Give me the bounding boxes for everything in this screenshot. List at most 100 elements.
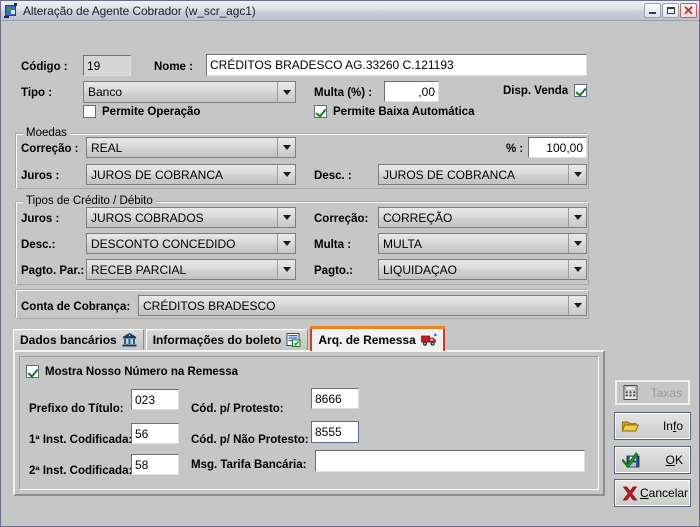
chevron-down-icon[interactable] (568, 234, 586, 253)
moedas-juros-value: JUROS DE COBRANCA (91, 167, 224, 182)
info-button[interactable]: Info (614, 412, 691, 440)
tipos-juros-combo[interactable]: JUROS COBRADOS (86, 207, 296, 228)
checkbox-box (574, 84, 588, 97)
tipo-combo[interactable]: Banco (83, 81, 296, 103)
cod-protesto-input[interactable]: 8666 (311, 388, 359, 409)
tipos-group-label: Tipos de Crédito / Débito (23, 195, 156, 207)
msg-tarifa-label: Msg. Tarifa Bancária: (191, 459, 307, 471)
tipos-desc-value: DESCONTO CONCEDIDO (91, 236, 236, 251)
inst1-label: 1ª Inst. Codificada: (29, 434, 133, 446)
minimize-icon (645, 4, 660, 17)
chevron-down-icon[interactable] (277, 260, 295, 279)
chevron-down-icon[interactable] (277, 138, 295, 157)
chevron-down-icon[interactable] (277, 165, 295, 184)
info-button-label: Info (662, 419, 683, 433)
conta-cobranca-value: CRÉDITOS BRADESCO (143, 298, 276, 313)
cod-nao-protesto-input[interactable]: 8555 (311, 421, 359, 443)
moedas-correcao-label: Correção : (21, 143, 79, 155)
truck-icon (420, 333, 437, 347)
tipos-pagto-par-label: Pagto. Par.: (21, 265, 85, 277)
ok-button[interactable]: OK (614, 446, 691, 474)
window-controls: ✕ (644, 3, 697, 18)
msg-tarifa-input[interactable] (315, 450, 585, 472)
disp-venda-checkbox[interactable]: Disp. Venda (503, 84, 588, 97)
tipo-label: Tipo : (21, 87, 53, 99)
mostra-nosso-numero-label: Mostra Nosso Número na Remessa (45, 365, 238, 378)
moedas-juros-label: Juros : (21, 170, 60, 182)
inst1-input[interactable]: 56 (131, 423, 179, 444)
codigo-input[interactable]: 19 (83, 55, 131, 76)
tab-dados-bancarios-label: Dados bancários (20, 333, 117, 347)
moedas-percent-label: % : (506, 143, 524, 155)
bank-icon (122, 333, 137, 347)
moedas-percent-input[interactable]: 100,00 (528, 137, 587, 158)
prefixo-titulo-label: Prefixo do Título: (29, 403, 124, 415)
cod-protesto-label: Cód. p/ Protesto: (191, 403, 284, 415)
maximize-button[interactable] (662, 3, 679, 18)
moedas-desc-value: JUROS DE COBRANCA (383, 167, 516, 182)
chevron-down-icon[interactable] (568, 260, 586, 279)
tipos-correcao-label: Correção: (314, 213, 369, 225)
save-check-icon (622, 452, 641, 468)
chevron-down-icon[interactable] (568, 296, 586, 315)
chevron-down-icon[interactable] (568, 208, 586, 227)
mostra-nosso-numero-checkbox[interactable]: Mostra Nosso Número na Remessa (26, 365, 238, 378)
tab-arq-remessa-label: Arq. de Remessa (318, 332, 416, 347)
permite-operacao-checkbox[interactable]: Permite Operação (83, 105, 200, 118)
cancelar-button[interactable]: Cancelar (614, 479, 691, 507)
cod-nao-protesto-label: Cód. p/ Não Protesto: (191, 434, 309, 446)
chevron-down-icon[interactable] (568, 165, 586, 184)
tab-dados-bancarios[interactable]: Dados bancários (13, 329, 144, 351)
maximize-icon (663, 4, 678, 17)
title-bar: Alteração de Agente Cobrador (w_scr_agc1… (1, 1, 699, 21)
taxas-button: Taxas (615, 380, 690, 405)
multa-pct-label: Multa (%) : (314, 87, 373, 99)
moedas-correcao-combo[interactable]: REAL (86, 137, 296, 158)
inst2-input[interactable]: 58 (131, 454, 179, 475)
moedas-desc-combo[interactable]: JUROS DE COBRANCA (378, 164, 587, 185)
tipos-multa-label: Multa : (314, 239, 352, 251)
chevron-down-icon[interactable] (277, 208, 295, 227)
app-icon (4, 3, 19, 18)
minimize-button[interactable] (644, 3, 661, 18)
tipos-juros-value: JUROS COBRADOS (91, 210, 204, 225)
ok-button-label: OK (665, 453, 683, 467)
conta-cobranca-label: Conta de Cobrança: (21, 301, 131, 313)
folder-icon (622, 419, 639, 433)
conta-cobranca-combo[interactable]: CRÉDITOS BRADESCO (138, 295, 587, 316)
moedas-juros-combo[interactable]: JUROS DE COBRANCA (86, 164, 296, 185)
checkbox-box (26, 365, 39, 378)
document-list-icon (286, 333, 301, 347)
nome-input[interactable]: CRÉDITOS BRADESCO AG.33260 C.121193 (206, 54, 587, 76)
tipos-pagto-label: Pagto.: (314, 265, 353, 277)
close-button[interactable]: ✕ (680, 3, 697, 18)
checkbox-box (314, 105, 327, 118)
tab-arq-remessa[interactable]: Arq. de Remessa (310, 326, 446, 351)
tab-informacoes-boleto[interactable]: Informações do boleto (145, 329, 309, 351)
moedas-group-label: Moedas (23, 127, 70, 139)
inst2-label: 2ª Inst. Codificada: (29, 465, 133, 477)
moedas-correcao-value: REAL (91, 140, 123, 155)
disp-venda-label: Disp. Venda (503, 84, 569, 97)
tab-strip: Dados bancários Informações do boleto Ar… (13, 326, 447, 351)
tipo-combo-value: Banco (88, 85, 123, 99)
red-x-icon (622, 486, 638, 501)
tipos-pagto-value: LIQUIDAÇAO (383, 262, 458, 277)
nome-label: Nome : (154, 61, 193, 73)
tipos-pagto-par-combo[interactable]: RECEB PARCIAL (86, 259, 296, 280)
multa-pct-input[interactable]: ,00 (384, 81, 439, 102)
tipos-correcao-combo[interactable]: CORREÇÃO (378, 207, 587, 228)
chevron-down-icon[interactable] (277, 82, 295, 102)
dialog-window: Alteração de Agente Cobrador (w_scr_agc1… (0, 0, 700, 527)
cancelar-button-label: Cancelar (640, 486, 689, 500)
tipos-juros-label: Juros : (21, 213, 60, 225)
tipos-desc-combo[interactable]: DESCONTO CONCEDIDO (86, 233, 296, 254)
checkbox-box (83, 105, 96, 118)
prefixo-titulo-input[interactable]: 023 (131, 389, 179, 410)
tab-informacoes-boleto-label: Informações do boleto (152, 333, 282, 347)
tipos-multa-value: MULTA (383, 236, 422, 251)
tipos-pagto-combo[interactable]: LIQUIDAÇAO (378, 259, 587, 280)
chevron-down-icon[interactable] (277, 234, 295, 253)
permite-baixa-checkbox[interactable]: Permite Baixa Automática (314, 105, 474, 118)
tipos-multa-combo[interactable]: MULTA (378, 233, 587, 254)
